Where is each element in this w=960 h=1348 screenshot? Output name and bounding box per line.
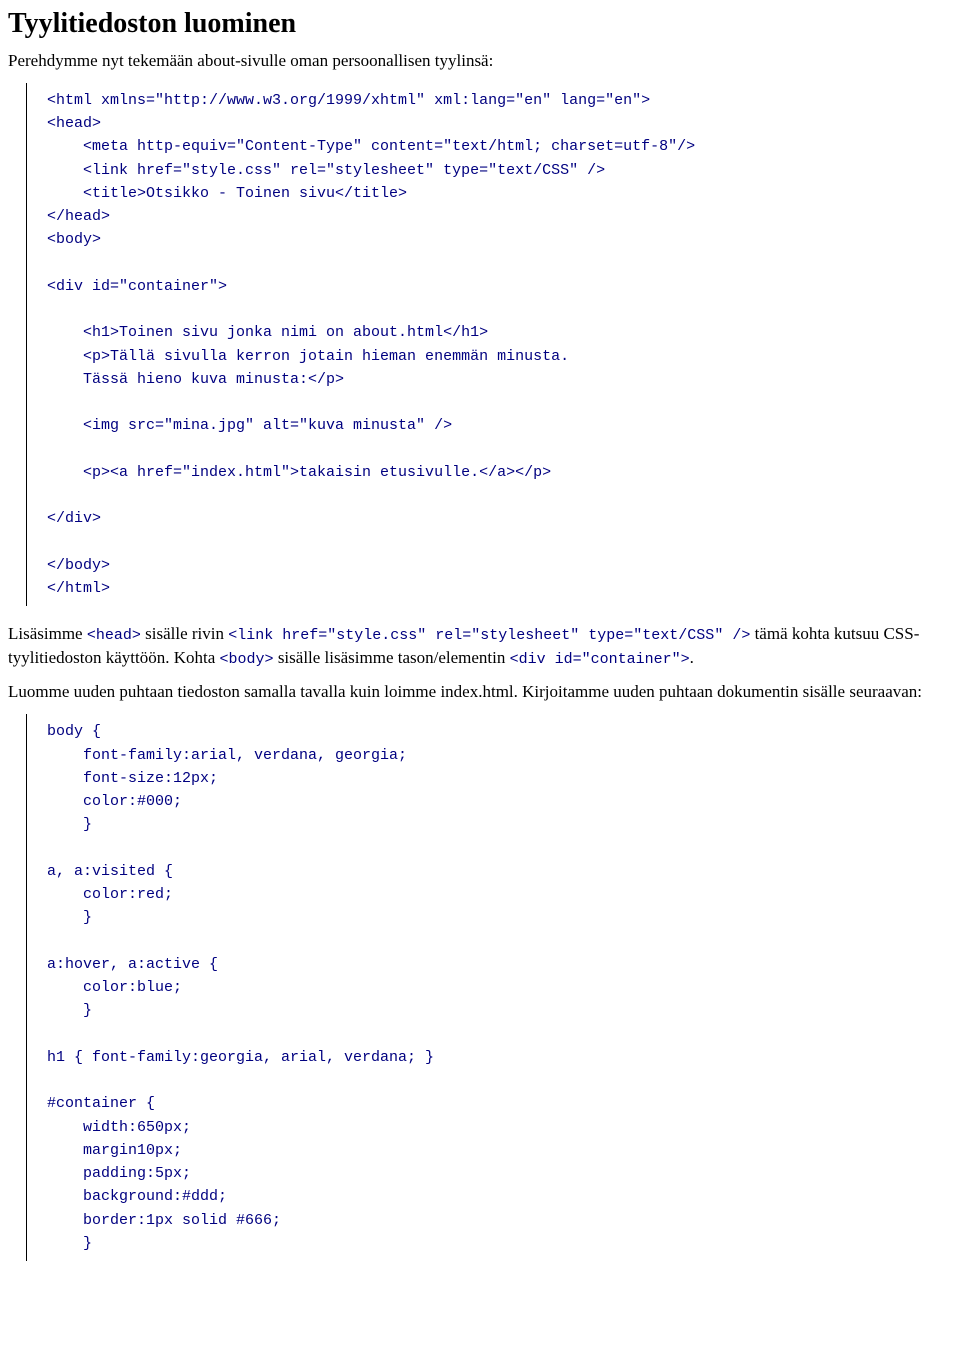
text: sisälle rivin: [141, 624, 228, 643]
inline-code-div: <div id="container">: [510, 651, 690, 668]
intro-paragraph: Perehdymme nyt tekemään about-sivulle om…: [8, 49, 952, 73]
code-block-html: <html xmlns="http://www.w3.org/1999/xhtm…: [26, 83, 952, 607]
text: .: [690, 648, 694, 667]
instruction-paragraph: Luomme uuden puhtaan tiedoston samalla t…: [8, 680, 952, 704]
text: sisälle lisäsimme tason/elementin: [274, 648, 510, 667]
inline-code-link: <link href="style.css" rel="stylesheet" …: [228, 627, 750, 644]
text: Lisäsimme: [8, 624, 87, 643]
inline-code-head: <head>: [87, 627, 141, 644]
page-title: Tyylitiedoston luominen: [8, 0, 952, 43]
explanation-paragraph: Lisäsimme <head> sisälle rivin <link hre…: [8, 622, 952, 670]
inline-code-body: <body>: [220, 651, 274, 668]
code-block-css: body { font-family:arial, verdana, georg…: [26, 714, 952, 1261]
